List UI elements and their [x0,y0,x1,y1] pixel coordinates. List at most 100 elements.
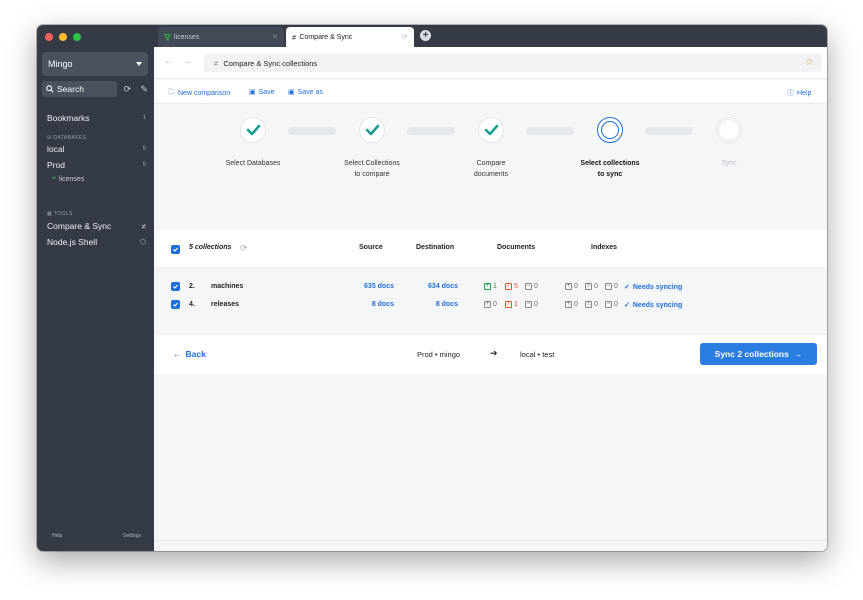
docs-added-count: 1 [493,283,497,290]
minimize-window-button[interactable] [59,33,67,41]
docs-changed: /1 [505,301,518,308]
edit-icon: / [585,301,592,308]
window-controls [45,33,81,41]
collections-table-header: 5 collections ⟳ Source Destination Docum… [154,230,827,268]
table-row[interactable]: 2. machines 635 docs 634 docs +1 /5 −0 +… [154,280,827,294]
indexes-added-count: 0 [574,301,578,308]
checkmark-icon [173,284,178,289]
forward-arrow-icon[interactable]: → [182,56,192,67]
save-button[interactable]: ▣ Save [249,88,275,97]
edit-icon: / [505,283,512,290]
source-docs[interactable]: 635 docs [334,283,394,290]
url-field[interactable]: ≠ Compare & Sync collections ☆ [204,54,822,72]
step-5-pending-icon [716,117,742,143]
indexes-added: +0 [565,301,578,308]
save-label: Save [258,88,275,96]
refresh-icon[interactable]: ⟳ [240,243,248,254]
sync-icon[interactable]: ⟳ [402,33,408,41]
back-label: Back [185,349,206,359]
docs-removed: −0 [525,301,538,308]
refresh-icon[interactable]: ⟳ [122,83,134,95]
edit-icon: / [585,283,592,290]
sidebar-item-label: Prod [47,160,65,170]
docs-changed-count: 5 [514,283,518,290]
indexes-removed: −0 [605,283,618,290]
tab-label: Compare & Sync [299,33,353,41]
row-checkbox[interactable] [171,300,180,309]
help-link[interactable]: Help [52,533,62,539]
help-icon: ⓘ [787,90,794,97]
destination-docs[interactable]: 8 docs [398,301,458,308]
new-comparison-label: New comparison [178,90,231,97]
row-number: 4. [189,301,195,308]
collection-name: machines [211,283,244,290]
back-arrow-icon[interactable]: ← [164,56,174,67]
maximize-window-button[interactable] [73,33,81,41]
sidebar-item-label: Compare & Sync [47,221,112,231]
indexes-removed-count: 0 [614,283,618,290]
status-badge: ✓ Needs syncing [624,301,682,310]
remove-icon: − [605,283,612,290]
indexes-changed: /0 [585,283,598,290]
sidebar-item-bookmarks[interactable]: Bookmarks 1 [47,113,146,123]
select-all-checkbox[interactable] [171,245,180,254]
destination-docs[interactable]: 634 docs [398,283,458,290]
step-5-label: Sync [684,158,774,169]
save-as-button[interactable]: ▣ Save as [288,88,323,97]
sidebar-item-nodejs-shell[interactable]: Node.js Shell ⬡ [47,237,146,247]
source-docs[interactable]: 8 docs [334,301,394,308]
step-label-line: documents [473,171,509,178]
help-button[interactable]: ⓘ Help [787,88,811,98]
tab-bar: licenses ✕ ≠ Compare & Sync ⟳ + [154,25,827,47]
step-connector [407,127,455,135]
sidebar-search-button[interactable]: Search [42,81,117,97]
row-number: 2. [189,283,195,290]
tab-licenses[interactable]: licenses ✕ [158,27,284,47]
destination-connection: local • test [520,350,555,359]
edit-icon[interactable]: ✎ [138,83,150,95]
sidebar-item-local[interactable]: local 5 [47,144,146,154]
close-window-button[interactable] [45,33,53,41]
sidebar-item-licenses[interactable]: ⌖ licenses [52,175,84,183]
sidebar-item-compare-sync[interactable]: Compare & Sync ≠ [47,221,146,231]
step-4-current-icon [597,117,623,143]
indexes-removed: −0 [605,301,618,308]
step-connector [288,127,336,135]
step-label-line: Select Collections [344,160,400,167]
back-button[interactable]: ← Back [173,349,206,359]
progress-stepper: Select Databases Select Collections to c… [154,105,827,197]
nodejs-icon: ⬡ [139,239,146,246]
new-comparison-button[interactable]: 🗀 New comparison [168,88,230,99]
address-bar: ← → ≠ Compare & Sync collections ☆ [154,47,827,79]
arrow-left-icon: ← [173,349,182,359]
docs-removed-count: 0 [534,301,538,308]
arrow-right-icon: → [793,349,803,359]
app-window: Mingo Search ⟳ ✎ Bookmarks 1 ⛁ DATABASES… [37,25,827,551]
step-label-line: Compare [476,160,506,167]
tab-compare-sync[interactable]: ≠ Compare & Sync ⟳ [286,27,414,47]
remove-icon: − [605,301,612,308]
step-label-line: Select Databases [225,160,281,167]
indexes-added: +0 [565,283,578,290]
sidebar-item-count: 5 [142,162,146,168]
star-icon[interactable]: ☆ [805,57,814,68]
step-3-done-icon [478,117,504,143]
docs-added-count: 0 [493,301,497,308]
column-indexes: Indexes [591,244,618,251]
table-row[interactable]: 4. releases 8 docs 8 docs +0 /1 −0 +0 /0… [154,298,827,312]
settings-link[interactable]: Settings [123,533,141,539]
connection-select[interactable]: Mingo [42,52,148,76]
sidebar-item-prod[interactable]: Prod 5 [47,160,146,170]
docs-removed-count: 0 [534,283,538,290]
close-icon[interactable]: ✕ [272,33,278,41]
sidebar-item-label: Node.js Shell [47,237,98,247]
new-tab-button[interactable]: + [420,30,431,41]
row-checkbox[interactable] [171,282,180,291]
main-content: ← → ≠ Compare & Sync collections ☆ 🗀 New… [154,47,827,551]
checkmark-icon: ✓ [624,302,630,309]
column-documents: Documents [497,244,536,251]
sidebar-item-label: local [47,144,65,154]
sidebar-item-count: 5 [142,146,146,152]
save-as-label: Save as [297,88,323,96]
sync-collections-button[interactable]: Sync 2 collections → [700,343,817,365]
